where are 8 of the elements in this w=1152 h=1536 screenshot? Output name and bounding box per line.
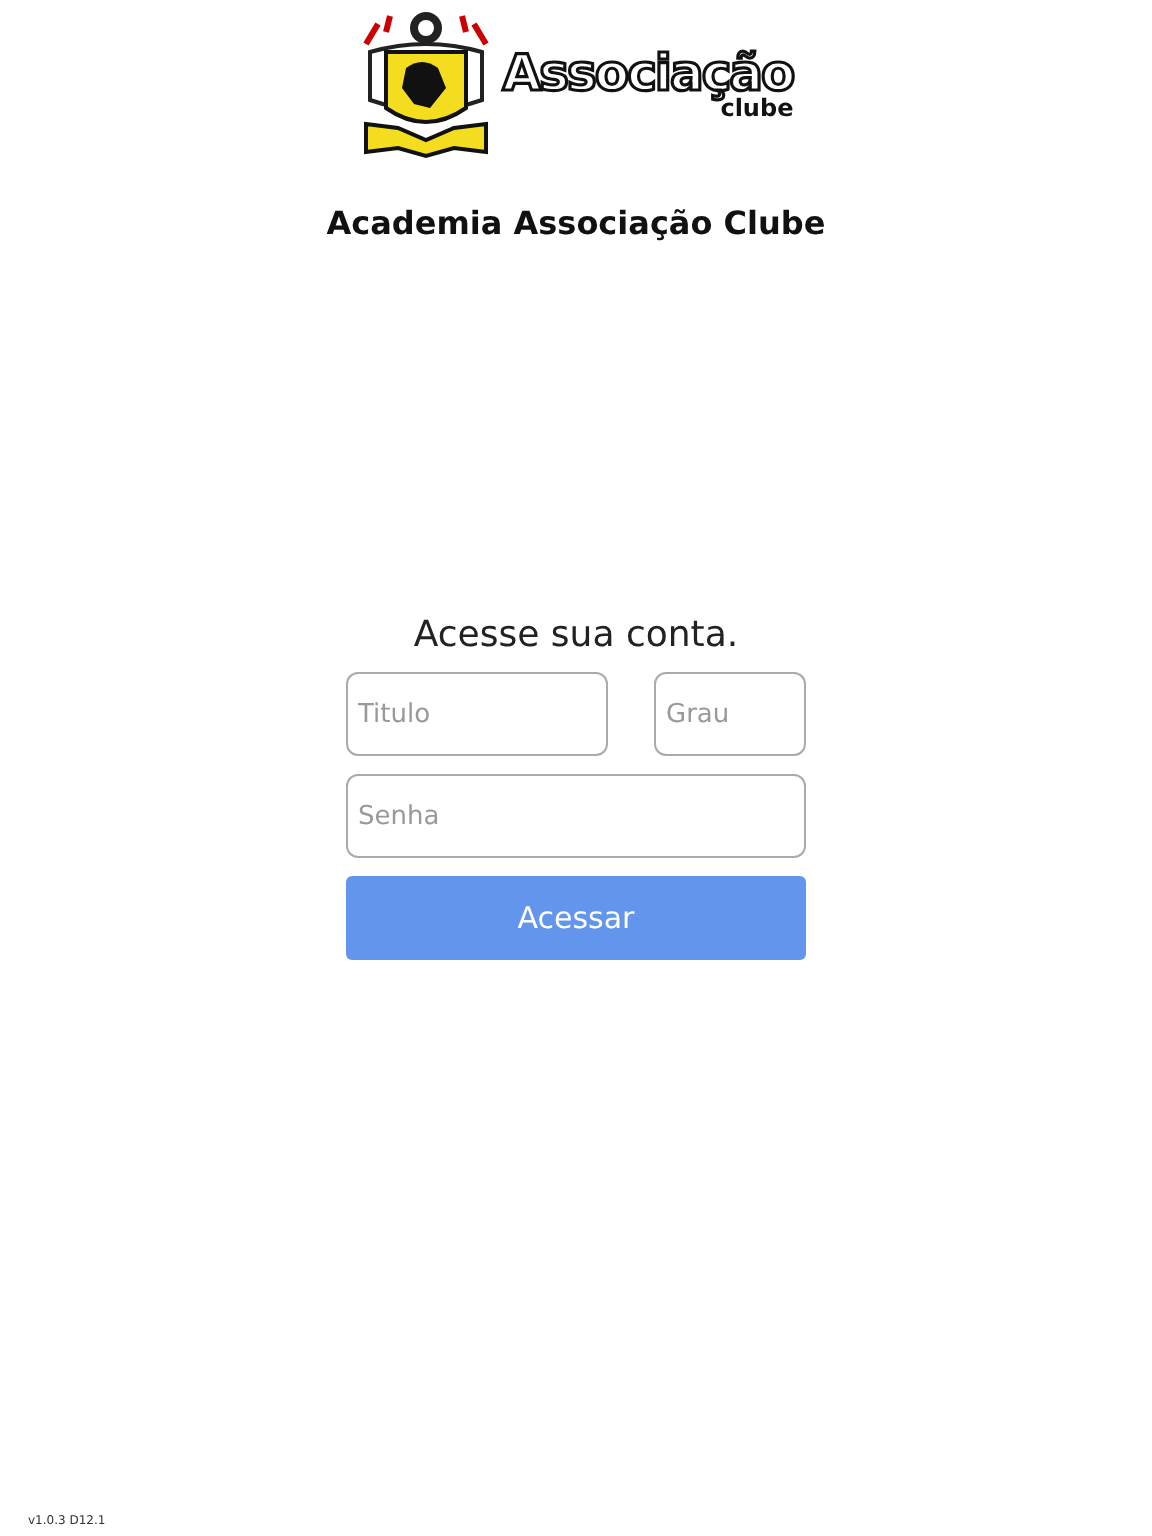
password-field[interactable]: Senha <box>346 774 806 858</box>
logo-subtitle: clube <box>720 96 794 120</box>
login-button[interactable]: Acessar <box>346 876 806 960</box>
app-title: Academia Associação Clube <box>326 204 826 242</box>
grade-field[interactable]: Grau <box>654 672 806 756</box>
title-field[interactable]: Titulo <box>346 672 608 756</box>
login-heading: Acesse sua conta. <box>413 614 739 656</box>
logo-name: Associação <box>502 48 794 98</box>
